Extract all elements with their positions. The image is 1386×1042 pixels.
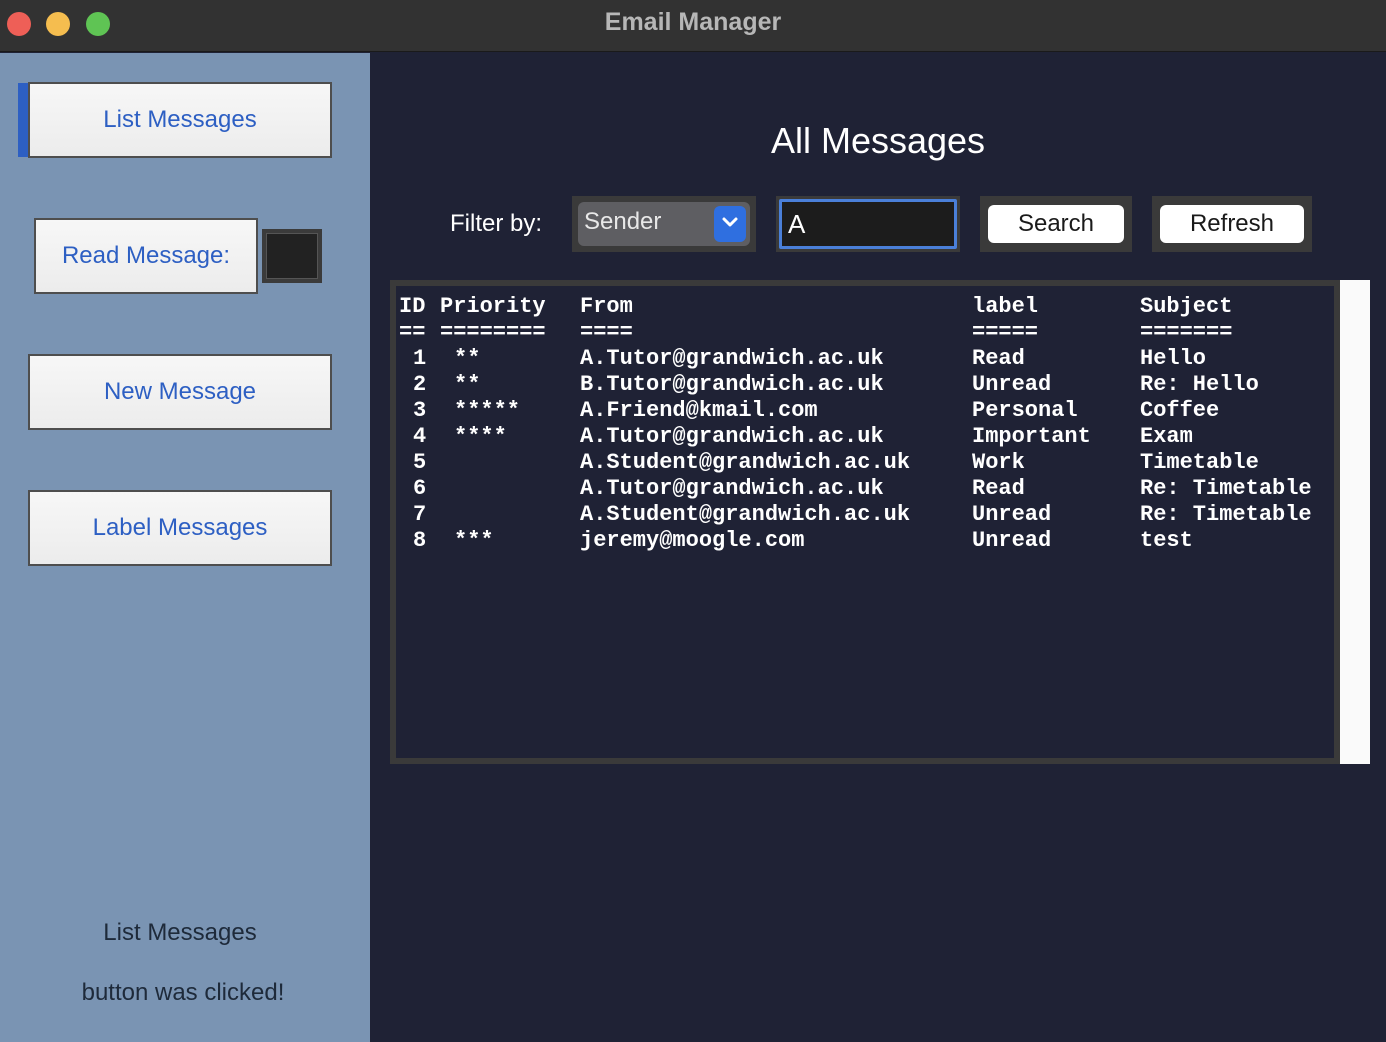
search-input[interactable]	[779, 199, 957, 249]
search-button-frame: Search	[980, 196, 1132, 252]
active-button-indicator	[18, 83, 28, 157]
message-label: Unread	[972, 372, 1052, 397]
message-subject: Re: Timetable	[1140, 476, 1312, 501]
refresh-button[interactable]: Refresh	[1160, 205, 1304, 243]
message-id-field[interactable]	[262, 229, 322, 283]
message-priority: *****	[454, 398, 521, 423]
header-underline-label: =====	[972, 320, 1039, 345]
message-id: 7	[413, 502, 427, 527]
header-underline-priority: ========	[440, 320, 546, 345]
message-subject: Re: Timetable	[1140, 502, 1312, 527]
message-subject: test	[1140, 528, 1193, 553]
message-label: Personal	[972, 398, 1078, 423]
message-subject: Hello	[1140, 346, 1207, 371]
message-sender: jeremy@moogle.com	[580, 528, 805, 553]
column-header-id: ID	[399, 294, 426, 319]
label-messages-button[interactable]: Label Messages	[28, 490, 332, 566]
message-subject: Timetable	[1140, 450, 1259, 475]
title-bar: Email Manager	[0, 0, 1386, 52]
message-priority: **	[454, 372, 481, 397]
window-title: Email Manager	[604, 8, 782, 36]
filter-dropdown[interactable]: Sender	[572, 196, 756, 252]
message-label: Unread	[972, 528, 1052, 553]
page-title: All Messages	[770, 120, 986, 161]
app-window: Email Manager List Messages Read Message…	[0, 0, 1386, 1042]
message-sender: A.Student@grandwich.ac.uk	[580, 502, 911, 527]
column-header-from: From	[580, 294, 633, 319]
message-id: 4	[413, 424, 427, 449]
message-id: 3	[413, 398, 427, 423]
message-subject: Coffee	[1140, 398, 1220, 423]
message-sender: A.Tutor@grandwich.ac.uk	[580, 476, 884, 501]
read-message-button[interactable]: Read Message:	[34, 218, 258, 294]
message-subject: Re: Hello	[1140, 372, 1259, 397]
filter-label: Filter by:	[450, 210, 543, 237]
message-id: 1	[413, 346, 427, 371]
message-sender: A.Friend@kmail.com	[580, 398, 818, 423]
header-underline-id: ==	[399, 320, 426, 345]
message-subject: Exam	[1140, 424, 1193, 449]
message-sender: A.Tutor@grandwich.ac.uk	[580, 424, 884, 449]
column-header-priority: Priority	[440, 294, 546, 319]
status-message-line1: List Messages	[103, 919, 257, 946]
message-sender: A.Student@grandwich.ac.uk	[580, 450, 911, 475]
sidebar: List Messages Read Message: New Message …	[0, 53, 370, 1042]
message-label: Read	[972, 476, 1025, 501]
filter-select[interactable]: Sender	[578, 202, 750, 246]
messages-list[interactable]: ID Priority From label Subject == ======…	[390, 280, 1340, 764]
message-id-input[interactable]	[266, 233, 318, 279]
message-sender: B.Tutor@grandwich.ac.uk	[580, 372, 884, 397]
message-priority: **	[454, 346, 481, 371]
message-id: 5	[413, 450, 427, 475]
status-message-line2: button was clicked!	[81, 979, 285, 1006]
message-id: 6	[413, 476, 427, 501]
search-field[interactable]	[776, 196, 960, 252]
list-messages-button[interactable]: List Messages	[28, 82, 332, 158]
message-label: Read	[972, 346, 1025, 371]
message-id: 8	[413, 528, 427, 553]
new-message-button[interactable]: New Message	[28, 354, 332, 430]
message-priority: ***	[454, 528, 494, 553]
chevron-down-icon[interactable]	[714, 206, 746, 242]
message-sender: A.Tutor@grandwich.ac.uk	[580, 346, 884, 371]
message-label: Work	[972, 450, 1025, 475]
refresh-button-frame: Refresh	[1152, 196, 1312, 252]
message-label: Unread	[972, 502, 1052, 527]
message-priority: ****	[454, 424, 507, 449]
filter-selected-value: Sender	[584, 208, 662, 235]
message-label: Important	[972, 424, 1091, 449]
column-header-label: label	[972, 294, 1039, 319]
messages-scrollbar[interactable]	[1340, 280, 1370, 764]
search-button[interactable]: Search	[988, 205, 1124, 243]
header-underline-subject: =======	[1140, 320, 1233, 345]
column-header-subject: Subject	[1140, 294, 1233, 319]
header-underline-from: ====	[580, 320, 633, 345]
message-id: 2	[413, 372, 427, 397]
